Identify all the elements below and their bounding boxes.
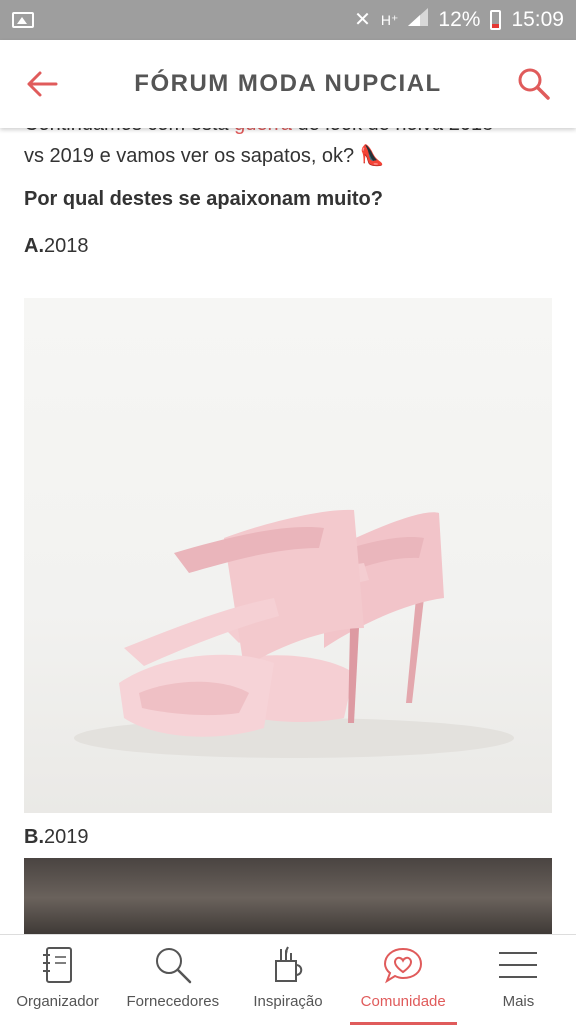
battery-icon [490,10,502,30]
nav-fornecedores[interactable]: Fornecedores [115,935,230,1025]
nav-organizador[interactable]: Organizador [0,935,115,1025]
nav-comunidade[interactable]: Comunidade [346,935,461,1025]
option-a-year: 2018 [44,235,89,257]
pencil-cup-icon [275,946,303,982]
nav-label-organizador: Organizador [16,993,99,1010]
heart-chat-icon [384,947,423,984]
menu-icon [499,952,538,978]
nav-label-mais: Mais [502,993,535,1010]
clock: 15:09 [511,8,564,31]
option-b-year: 2019 [44,826,89,848]
hplus-icon: H⁺ [380,12,399,28]
nav-label-inspiracao: Inspiração [253,993,323,1010]
nav-mais[interactable]: Mais [461,935,576,1025]
post-question: Por qual destes se apaixonam muito? [24,188,383,210]
option-b-label: B.2019 [24,826,89,849]
pink-sandals-image [74,509,514,758]
app-bar: FÓRUM MODA NUPCIAL [0,40,576,128]
status-bar: ✕ H⁺ 12% 15:09 [0,0,576,40]
bottom-navigation: Organizador Fornecedores Inspiração Comu… [0,934,576,1025]
option-a-photo[interactable] [24,298,552,813]
nav-label-comunidade: Comunidade [360,993,446,1010]
nav-inspiracao[interactable]: Inspiração [230,935,345,1025]
post-content: Continuamos com esta guerra de look de n… [24,108,552,258]
battery-level: 12% [438,8,481,31]
shoe-emoji: 👠 [359,145,385,167]
option-a-letter: A. [24,235,44,257]
notebook-icon [42,947,72,983]
search-icon [518,68,550,100]
option-a-label: A.2018 [24,235,552,258]
back-arrow-icon [27,71,58,97]
search-icon [155,948,192,984]
signal-icon [408,8,429,32]
option-b-letter: B. [24,826,44,848]
intro-line-2: vs 2019 e vamos ver os sapatos, ok? [24,145,360,167]
search-button[interactable] [512,62,556,106]
nav-label-fornecedores: Fornecedores [126,993,220,1010]
option-b-photo[interactable] [24,858,552,938]
mute-icon: ✕ [354,9,371,31]
back-button[interactable] [20,62,64,106]
image-icon [12,12,34,28]
page-title: FÓRUM MODA NUPCIAL [134,70,442,97]
